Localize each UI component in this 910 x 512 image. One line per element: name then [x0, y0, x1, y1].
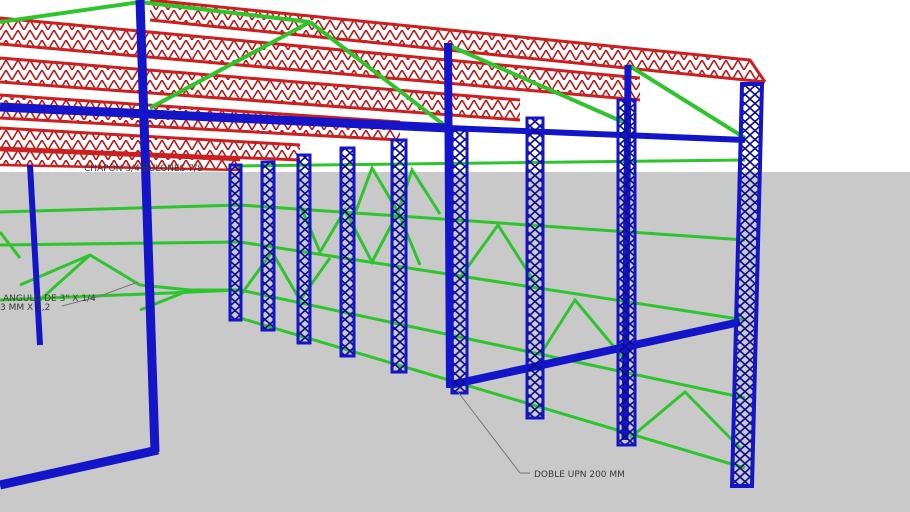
lattice-column: [450, 126, 469, 395]
lattice-column: [339, 146, 356, 358]
lattice-column: [296, 153, 312, 345]
structure-scene: CHAPON 3/4 BULONES 7/8 ANGULO DE 3" X 1/…: [0, 0, 910, 512]
lattice-column: [390, 138, 408, 374]
lattice-column: [616, 98, 637, 447]
lattice-column: [260, 160, 276, 332]
lattice-column: [228, 163, 243, 322]
label-chapon: CHAPON 3/4 BULONES 7/8: [84, 164, 203, 174]
lattice-column: [525, 116, 545, 420]
label-upn: DOBLE UPN 200 MM: [534, 470, 625, 480]
label-mm: 3 MM X 3,2: [0, 303, 50, 313]
